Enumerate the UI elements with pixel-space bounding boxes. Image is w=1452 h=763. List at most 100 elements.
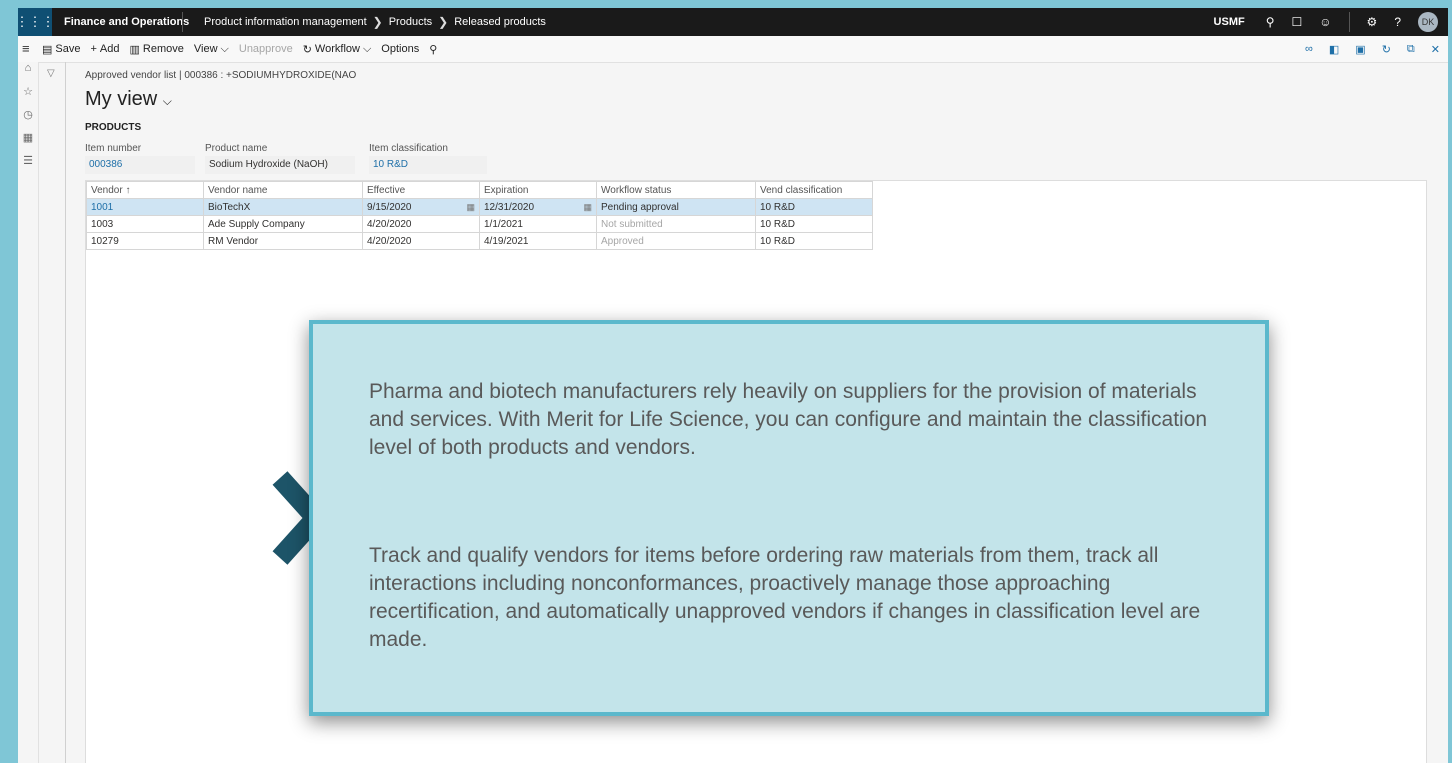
cell-vendor-name[interactable]: RM Vendor [203, 232, 363, 250]
action-items: ▤ Save + Add ▥ Remove View ⌵ Unapprove ↻… [42, 36, 437, 62]
view-button[interactable]: View ⌵ [194, 43, 229, 56]
workflow-label: Workflow [314, 43, 360, 55]
home-icon[interactable]: ⌂ [18, 62, 38, 85]
refresh-icon[interactable]: ↻ [1382, 43, 1391, 56]
cell-effective[interactable]: 4/20/2020 [362, 215, 480, 233]
link-icon[interactable]: ∞ [1305, 43, 1313, 55]
save-button[interactable]: ▤ Save [42, 43, 80, 56]
close-icon[interactable]: ✕ [1431, 43, 1440, 56]
popout-icon[interactable]: ⧉ [1407, 43, 1415, 56]
add-button[interactable]: + Add [90, 43, 119, 55]
cell-vendor-name[interactable]: BioTechX [203, 198, 363, 216]
table-row[interactable]: 1003 Ade Supply Company 4/20/2020 1/1/20… [86, 215, 873, 233]
cell-vend-classification[interactable]: 10 R&D [755, 198, 873, 216]
callout-paragraph-1: Pharma and biotech manufacturers rely he… [369, 380, 1208, 459]
workflow-button[interactable]: ↻ Workflow ⌵ [303, 43, 372, 56]
item-classification-field: Item classification 10 R&D [369, 143, 487, 174]
item-classification-value[interactable]: 10 R&D [369, 156, 487, 174]
breadcrumb-item[interactable]: Released products [454, 8, 546, 36]
cell-vend-classification[interactable]: 10 R&D [755, 232, 873, 250]
cell-vendor[interactable]: 10279 [86, 232, 204, 250]
cell-vendor[interactable]: 1001 [86, 198, 204, 216]
breadcrumb: Product information management ❯ Product… [204, 8, 546, 36]
calendar-icon[interactable]: ▦ [466, 202, 475, 213]
star-icon[interactable]: ☆ [18, 85, 38, 108]
breadcrumb-item[interactable]: Product information management [204, 8, 367, 36]
filter-icon[interactable]: ▽ [47, 68, 65, 79]
cell-expiration-text: 12/31/2020 [484, 201, 535, 213]
remove-label: Remove [142, 43, 184, 55]
search-icon[interactable]: ⚲ [1266, 15, 1275, 29]
divider [1348, 12, 1350, 32]
workflow-icon: ↻ [302, 43, 312, 56]
chevron-down-icon: ⌵ [362, 42, 372, 55]
breadcrumb-item[interactable]: Products [389, 8, 432, 36]
col-vendor-name[interactable]: Vendor name [203, 181, 363, 199]
unapprove-button[interactable]: Unapprove [239, 43, 293, 55]
divider [182, 12, 183, 32]
app-name[interactable]: Finance and Operations [64, 8, 189, 36]
save-label: Save [55, 43, 81, 55]
col-vend-classification[interactable]: Vend classification [755, 181, 873, 199]
office-icon[interactable]: ◧ [1329, 43, 1339, 56]
cell-vendor[interactable]: 1003 [86, 215, 204, 233]
col-vendor[interactable]: Vendor ↑ [86, 181, 204, 199]
field-label: Item classification [369, 143, 448, 154]
hamburger-icon[interactable]: ≡ [22, 41, 30, 56]
cell-workflow-status: Pending approval [596, 198, 756, 216]
list-icon[interactable]: ☰ [18, 154, 38, 177]
save-icon: ▤ [42, 43, 53, 56]
col-expiration[interactable]: Expiration [479, 181, 597, 199]
filter-pane: ▽ [39, 62, 66, 763]
cell-expiration[interactable]: 4/19/2021 [479, 232, 597, 250]
gear-icon[interactable]: ⚙ [1367, 15, 1378, 29]
cell-vendor-name[interactable]: Ade Supply Company [203, 215, 363, 233]
col-effective[interactable]: Effective [362, 181, 480, 199]
marketing-callout: Pharma and biotech manufacturers rely he… [309, 320, 1269, 716]
action-right-icons: ∞ ◧ ▣ ↻ ⧉ ✕ [1305, 36, 1440, 62]
view-label: View [193, 43, 218, 55]
company-picker[interactable]: USMF [1214, 16, 1245, 28]
product-name-value[interactable]: Sodium Hydroxide (NaOH) [205, 156, 355, 174]
vendor-grid: Vendor ↑ Vendor name Effective Expiratio… [86, 181, 873, 250]
table-row[interactable]: 10279 RM Vendor 4/20/2020 4/19/2021 Appr… [86, 232, 873, 250]
smiley-icon[interactable]: ☺ [1319, 15, 1331, 29]
chevron-right-icon: ❯ [372, 15, 383, 29]
form-caption: Approved vendor list | 000386 : +SODIUMH… [85, 70, 357, 81]
item-number-field: Item number 000386 [85, 143, 195, 174]
workspace-icon[interactable]: ▦ [18, 131, 38, 154]
options-label: Options [381, 43, 420, 55]
cell-vend-classification[interactable]: 10 R&D [755, 215, 873, 233]
cell-expiration[interactable]: 12/31/2020 ▦ [479, 198, 597, 216]
product-name-field: Product name Sodium Hydroxide (NaOH) [205, 143, 355, 174]
options-button[interactable]: Options [381, 43, 419, 55]
cell-effective[interactable]: 4/20/2020 [362, 232, 480, 250]
calendar-icon[interactable]: ▦ [583, 202, 592, 213]
clock-icon[interactable]: ◷ [18, 108, 38, 131]
cell-expiration[interactable]: 1/1/2021 [479, 215, 597, 233]
plus-icon: + [90, 43, 97, 55]
attachments-icon[interactable]: ▣ [1355, 43, 1365, 56]
item-number-value[interactable]: 000386 [85, 156, 195, 174]
cell-effective[interactable]: 9/15/2020 ▦ [362, 198, 480, 216]
col-workflow-status[interactable]: Workflow status [596, 181, 756, 199]
action-pane: ≡ ▤ Save + Add ▥ Remove View ⌵ Unapprove [18, 36, 1448, 63]
help-icon[interactable]: ? [1394, 15, 1401, 29]
action-search-icon[interactable]: ⚲ [429, 43, 437, 56]
trash-icon: ▥ [129, 43, 140, 56]
chat-icon[interactable]: ☐ [1292, 15, 1303, 29]
waffle-icon[interactable]: ⋮⋮⋮ [18, 8, 55, 36]
left-nav: ⌂ ☆ ◷ ▦ ☰ [18, 62, 39, 763]
add-label: Add [99, 43, 120, 55]
top-nav-bar: ⋮⋮⋮ Finance and Operations Product infor… [18, 8, 1448, 36]
remove-button[interactable]: ▥ Remove [130, 43, 184, 56]
unapprove-label: Unapprove [238, 43, 293, 55]
chevron-down-icon: ⌵ [162, 94, 172, 108]
avatar[interactable]: DK [1418, 12, 1438, 32]
field-label: Item number [85, 143, 142, 154]
cell-workflow-status: Not submitted [596, 215, 756, 233]
view-name: My view [85, 88, 158, 110]
chevron-down-icon: ⌵ [220, 42, 229, 55]
table-row[interactable]: 1001 BioTechX 9/15/2020 ▦ 12/31/2020 ▦ Pen… [86, 198, 873, 216]
view-selector[interactable]: My view ⌵ [85, 88, 172, 111]
